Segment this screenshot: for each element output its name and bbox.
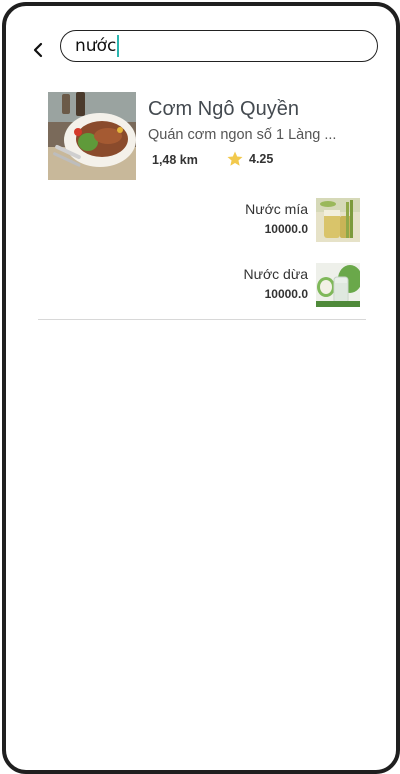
menu-item-image [316,263,360,307]
menu-item-image [316,198,360,242]
menu-item[interactable]: Nước dừa 10000.0 [196,263,366,309]
rating-value: 4.25 [249,152,274,166]
search-input[interactable]: nước [75,36,116,56]
divider [38,319,366,320]
restaurant-rating: 4.25 [226,150,273,168]
phone-frame: nước Cơm Ngô Quyền Quán cơm ngon số 1 Là… [2,2,400,774]
restaurant-distance: 1,48 km [152,153,198,167]
menu-item-price: 10000.0 [264,287,308,301]
back-button[interactable] [26,36,50,64]
header: nước [6,6,396,86]
restaurant-description: Quán cơm ngon số 1 Làng ... [148,127,337,143]
menu-item[interactable]: Nước mía 10000.0 [196,198,366,244]
restaurant-image [48,92,136,180]
restaurant-name: Cơm Ngô Quyền [148,98,299,120]
restaurant-card[interactable]: Cơm Ngô Quyền Quán cơm ngon số 1 Làng ..… [48,92,368,182]
search-box[interactable]: nước [60,30,378,62]
star-icon [227,151,243,166]
menu-item-price: 10000.0 [264,222,308,236]
back-arrow-icon [33,42,43,58]
text-caret [117,35,120,57]
menu-item-name: Nước mía [245,201,308,217]
menu-item-name: Nước dừa [243,266,309,282]
